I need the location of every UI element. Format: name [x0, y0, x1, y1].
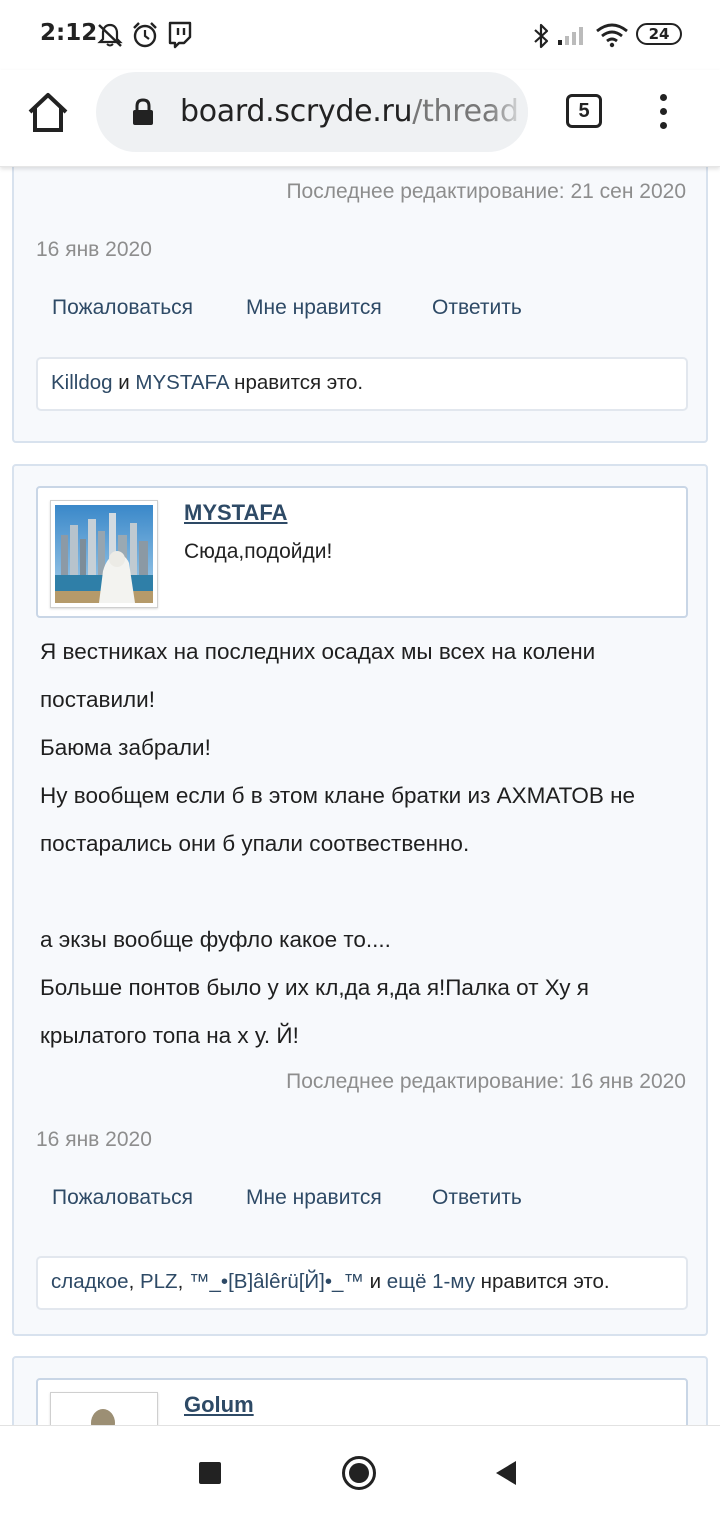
mute-icon	[97, 23, 123, 47]
browser-toolbar: board.scryde.ru/thread 5	[0, 70, 720, 167]
like-link[interactable]: Мне нравится	[246, 1186, 382, 1210]
post-line	[40, 868, 690, 916]
post-date[interactable]: 16 янв 2020	[36, 238, 152, 262]
likes-suffix: нравится это.	[234, 371, 364, 394]
likes-sep: ,	[177, 1270, 184, 1293]
post-line: Ну вообщем если б в этом клане братки из…	[40, 783, 636, 808]
page-content: Последнее редактирование: 21 сен 2020 16…	[0, 167, 720, 1425]
liker-link[interactable]: ™_•[B]âlêrü[Й]•_™	[189, 1270, 364, 1293]
signal-icon	[558, 27, 583, 45]
avatar-image	[55, 505, 153, 603]
likes-and: и	[118, 371, 130, 394]
bluetooth-icon	[534, 23, 549, 49]
post-line: крылатого топа на х у. Й!	[40, 1023, 299, 1048]
recents-icon[interactable]	[198, 1461, 222, 1485]
url-text: board.scryde.ru/thread	[180, 94, 519, 129]
author-name[interactable]: Golum	[184, 1392, 254, 1418]
like-link[interactable]: Мне нравится	[246, 296, 382, 320]
alarm-icon	[133, 22, 157, 48]
system-nav-bar	[0, 1425, 720, 1520]
back-icon[interactable]	[494, 1460, 518, 1486]
liker-link[interactable]: MYSTAFA	[135, 371, 228, 394]
home-icon[interactable]	[341, 1455, 377, 1491]
post-line: Я вестниках на последних осадах мы всех …	[40, 639, 596, 664]
reply-link[interactable]: Ответить	[432, 296, 522, 320]
battery-icon: 24	[636, 23, 682, 45]
post-line: постарались они б упали соотвественно.	[40, 831, 470, 856]
post-line: поставили!	[40, 687, 155, 712]
post: MYSTAFA Сюда,подойди! Я вестниках на пос…	[12, 464, 708, 1336]
twitch-icon	[168, 21, 192, 49]
author-name[interactable]: MYSTAFA	[184, 500, 287, 526]
home-button[interactable]	[26, 90, 70, 134]
post-line: а экзы вообще фуфло какое то....	[40, 927, 391, 952]
lock-icon	[133, 98, 153, 125]
likes-and: и	[369, 1270, 382, 1293]
report-link[interactable]: Пожаловаться	[52, 1186, 193, 1210]
likes-sep: ,	[128, 1270, 135, 1293]
avatar[interactable]	[50, 500, 158, 608]
reply-link[interactable]: Ответить	[432, 1186, 522, 1210]
post-line: Больше понтов было у их кл,да я,да я!Пал…	[40, 975, 589, 1000]
author-box: MYSTAFA Сюда,подойди!	[36, 486, 688, 618]
edited-note: Последнее редактирование: 16 янв 2020	[286, 1070, 686, 1093]
wifi-icon	[596, 23, 628, 48]
status-time: 2:12	[40, 20, 98, 46]
author-title: Сюда,подойди!	[184, 540, 333, 563]
liker-link[interactable]: PLZ	[140, 1270, 178, 1293]
edited-note: Последнее редактирование: 21 сен 2020	[286, 180, 686, 203]
avatar-image	[55, 1397, 153, 1425]
author-box: Golum	[36, 1378, 688, 1425]
post: Последнее редактирование: 21 сен 2020 16…	[12, 167, 708, 443]
post: Golum	[12, 1356, 708, 1425]
address-bar[interactable]: board.scryde.ru/thread	[96, 72, 528, 152]
tab-switcher-button[interactable]: 5	[566, 94, 602, 128]
post-date[interactable]: 16 янв 2020	[36, 1128, 152, 1152]
more-menu-icon[interactable]	[652, 92, 676, 132]
liker-link[interactable]: сладкое	[51, 1270, 129, 1293]
url-host: board.scryde.ru	[180, 94, 413, 129]
liker-link[interactable]: Killdog	[51, 371, 113, 394]
report-link[interactable]: Пожаловаться	[52, 296, 193, 320]
likes-summary: Killdog и MYSTAFA нравится это.	[36, 357, 688, 411]
more-likers-link[interactable]: ещё 1-му	[387, 1270, 475, 1293]
post-body: Я вестниках на последних осадах мы всех …	[40, 628, 690, 1060]
url-fade	[488, 72, 528, 152]
post-line: Баюма забрали!	[40, 735, 211, 760]
screen: 2:12 24 board.scryde.ru/thread 5 Последн…	[0, 0, 720, 1520]
likes-summary: сладкое, PLZ, ™_•[B]âlêrü[Й]•_™ и ещё 1-…	[36, 1256, 688, 1310]
likes-suffix: нравится это.	[480, 1270, 610, 1293]
avatar[interactable]	[50, 1392, 158, 1425]
status-bar: 2:12 24	[0, 0, 720, 70]
